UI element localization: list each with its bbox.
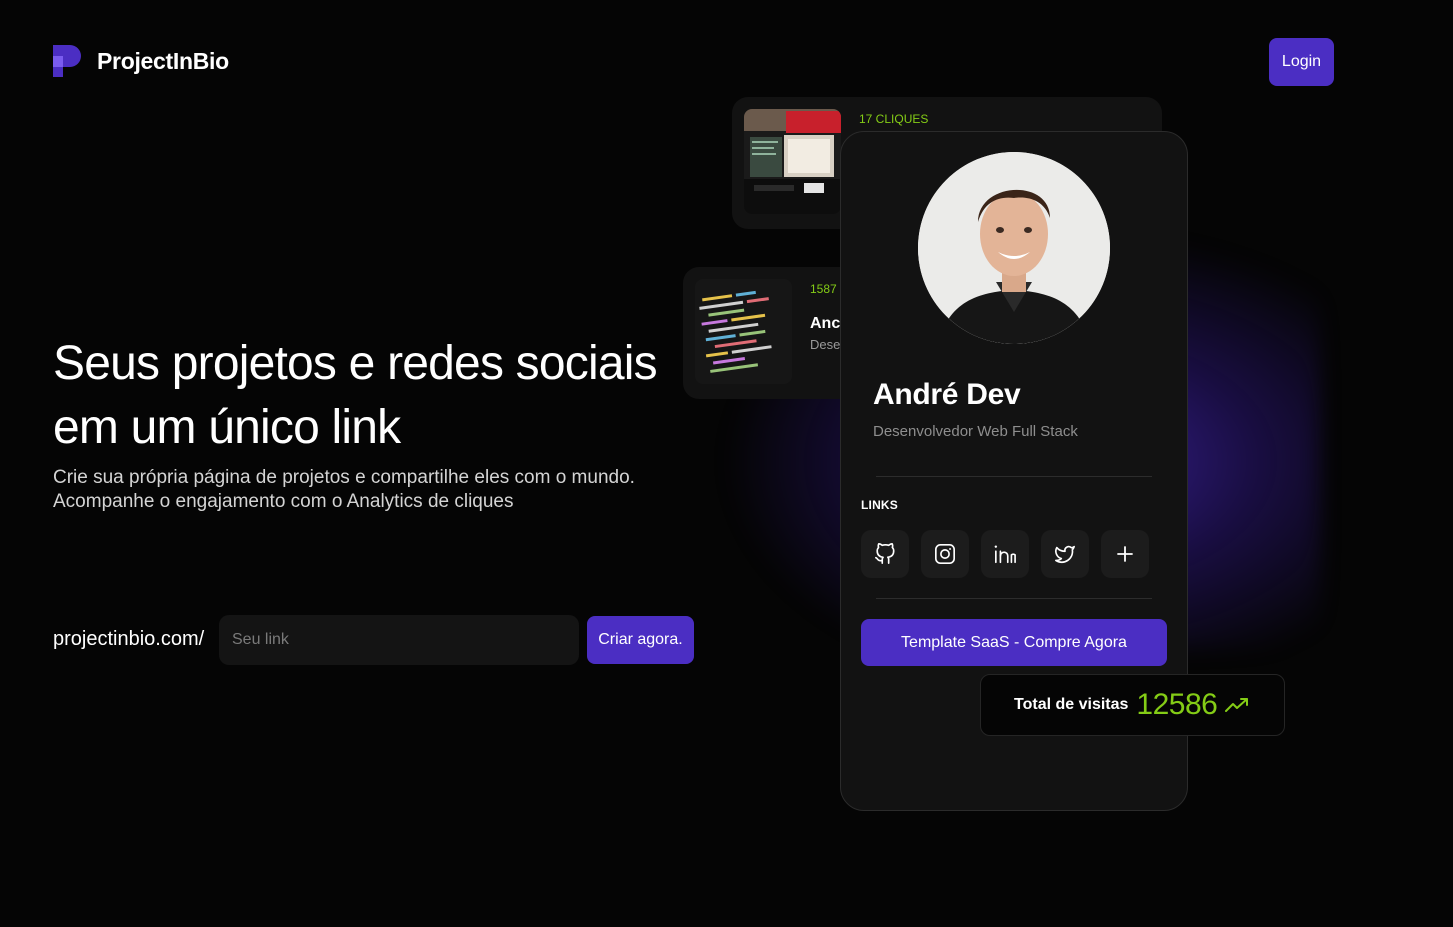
code-screen-image — [695, 279, 792, 384]
link-prefix: projectinbio.com/ — [53, 628, 205, 650]
login-button[interactable]: Login — [1269, 38, 1334, 86]
divider — [876, 598, 1152, 599]
avatar — [918, 152, 1110, 344]
divider — [876, 476, 1152, 477]
logo-icon — [53, 45, 81, 77]
project-name: Anc — [810, 315, 841, 332]
desk-setup-image — [744, 109, 841, 214]
instagram-button[interactable] — [921, 530, 969, 578]
add-link-button[interactable] — [1101, 530, 1149, 578]
logo-text: ProjectInBio — [97, 47, 229, 74]
project-thumbnail — [695, 279, 792, 384]
project-description: Dese — [810, 337, 841, 352]
total-visits-value: 12586 — [1136, 688, 1218, 721]
hero-subtitle: Crie sua própria página de projetos e co… — [53, 466, 693, 514]
template-cta-button[interactable]: Template SaaS - Compre Agora — [861, 619, 1167, 666]
github-icon — [875, 543, 895, 564]
hero-subtitle-line-1: Crie sua própria página de projetos e co… — [53, 467, 635, 488]
link-input[interactable] — [219, 615, 579, 665]
links-label: LINKS — [861, 498, 898, 512]
total-visits-badge: Total de visitas 12586 — [980, 674, 1285, 736]
hero-title: Seus projetos e redes sociais em um únic… — [53, 337, 658, 454]
logo[interactable]: ProjectInBio — [53, 45, 229, 77]
twitter-button[interactable] — [1041, 530, 1089, 578]
create-now-button[interactable]: Criar agora. — [587, 616, 694, 664]
plus-icon — [1117, 546, 1133, 562]
github-button[interactable] — [861, 530, 909, 578]
twitter-icon — [1055, 545, 1075, 564]
linkedin-icon — [994, 545, 1016, 564]
profile-name: André Dev — [873, 378, 1021, 411]
instagram-icon — [935, 544, 955, 564]
project-thumbnail — [744, 109, 841, 214]
hero-subtitle-line-2: Acompanhe o engajamento com o Analytics … — [53, 491, 514, 512]
social-links — [861, 530, 1149, 578]
project-clicks: 17 CLIQUES — [859, 112, 929, 126]
avatar-image — [918, 152, 1110, 344]
linkedin-button[interactable] — [981, 530, 1029, 578]
profile-role: Desenvolvedor Web Full Stack — [873, 423, 1078, 440]
trending-up-icon — [1225, 698, 1249, 712]
total-visits-label: Total de visitas — [1014, 696, 1129, 713]
project-clicks: 1587 — [810, 282, 837, 296]
